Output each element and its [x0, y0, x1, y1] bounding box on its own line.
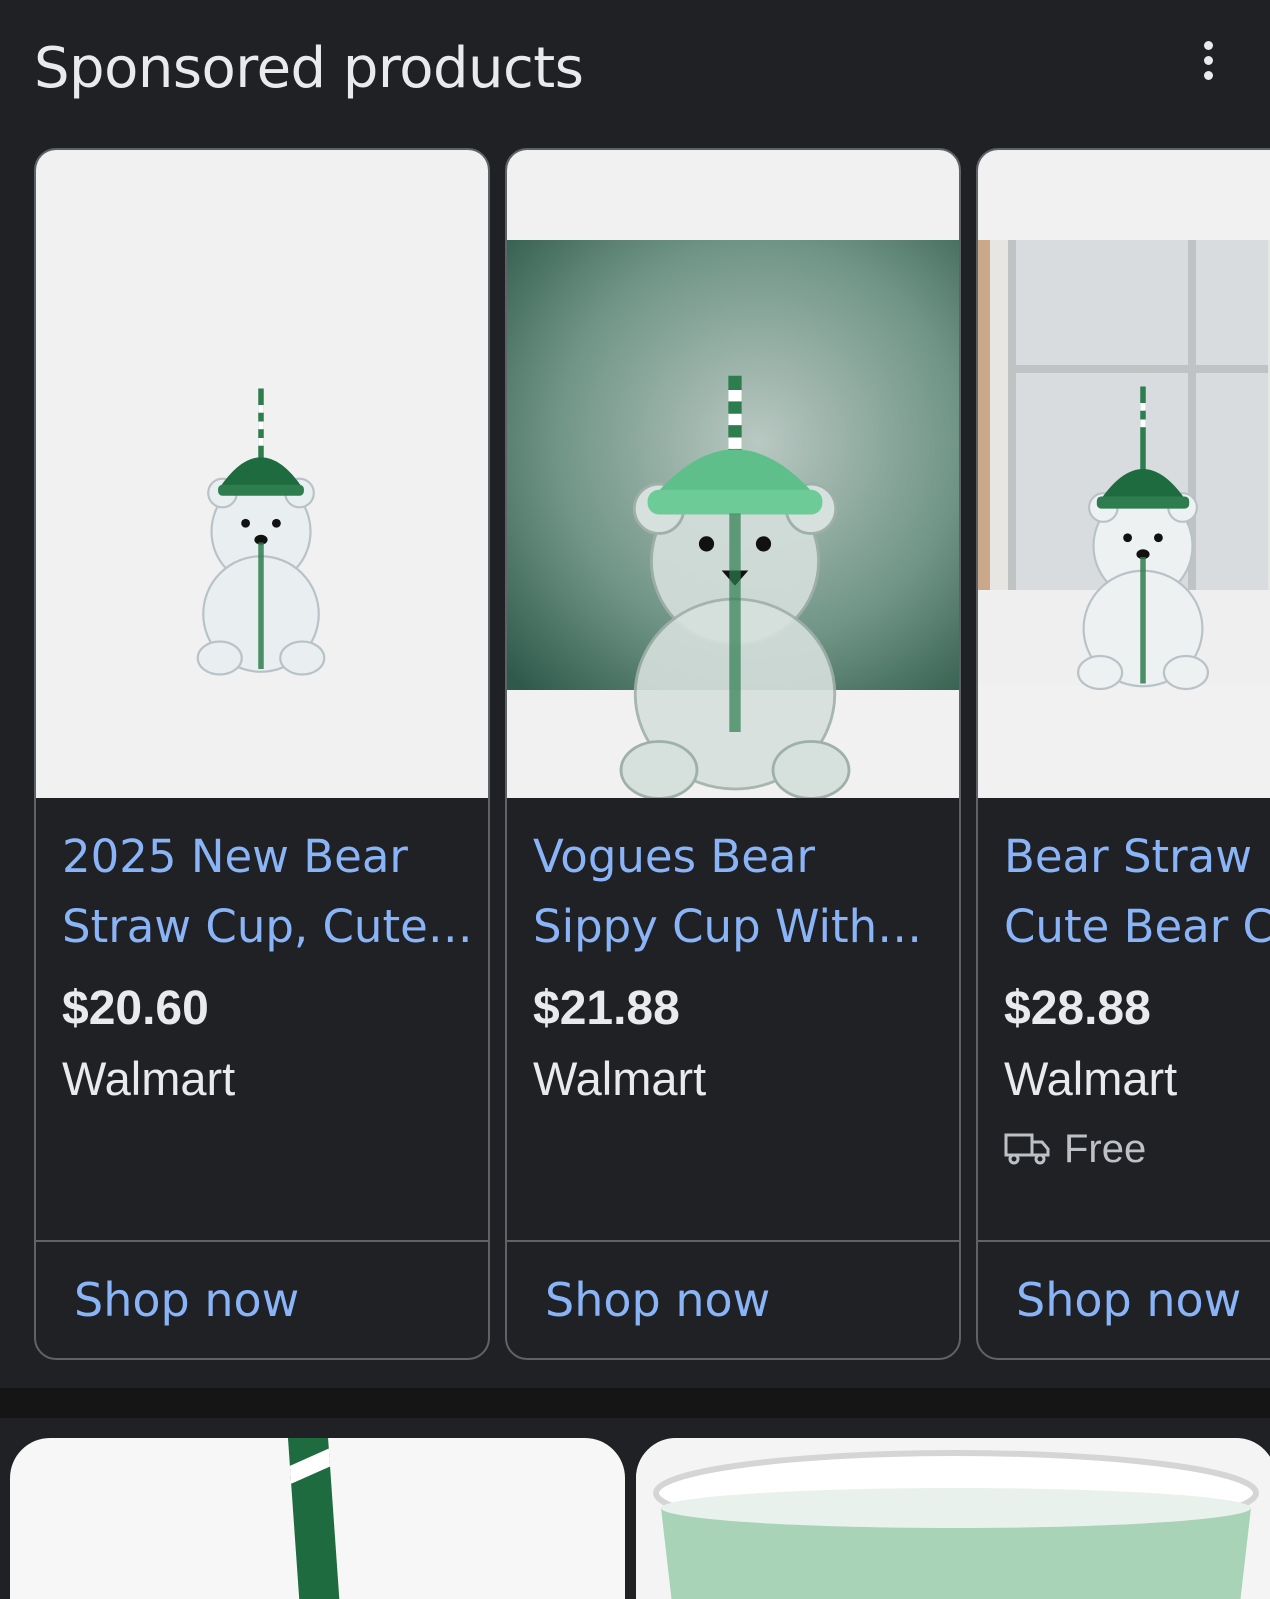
product-info: 2025 New Bear Straw Cup, Cute… $20.60 Wa… — [62, 822, 474, 1114]
shipping-info: Free — [1004, 1114, 1270, 1184]
product-price: $20.60 — [62, 982, 209, 1035]
shop-now-button[interactable]: Shop now — [1016, 1260, 1241, 1340]
product-price: $28.88 — [1004, 982, 1151, 1035]
product-store: Walmart — [62, 1052, 236, 1105]
product-price: $21.88 — [533, 982, 680, 1035]
product-title[interactable]: Vogues Bear — [533, 822, 945, 892]
bear-cup-image — [507, 240, 959, 798]
product-title[interactable]: Bear Straw — [1004, 822, 1270, 892]
product-title-line2[interactable]: Cute Bear C — [1004, 892, 1270, 962]
next-product-image[interactable] — [636, 1438, 1270, 1599]
product-title-line2[interactable]: Straw Cup, Cute… — [62, 892, 474, 962]
product-card[interactable]: Vogues Bear Sippy Cup With… $21.88 Walma… — [505, 148, 961, 1360]
bear-cup-image — [196, 388, 326, 676]
card-divider — [978, 1240, 1270, 1242]
product-card[interactable]: 2025 New Bear Straw Cup, Cute… $20.60 Wa… — [34, 148, 490, 1360]
card-divider — [507, 1240, 959, 1242]
next-product-image[interactable] — [10, 1438, 625, 1599]
bear-cup-image — [978, 240, 1270, 691]
product-card[interactable]: Bear Straw Cute Bear C $28.88 Walmart Fr… — [976, 148, 1270, 1360]
product-store: Walmart — [533, 1052, 707, 1105]
delivery-truck-icon — [1004, 1133, 1050, 1165]
shop-now-button[interactable]: Shop now — [545, 1260, 770, 1340]
straw-image — [286, 1438, 344, 1599]
card-divider — [36, 1240, 488, 1242]
more-options-button[interactable] — [1190, 30, 1226, 90]
shop-now-button[interactable]: Shop now — [74, 1260, 299, 1340]
product-info: Vogues Bear Sippy Cup With… $21.88 Walma… — [533, 822, 945, 1114]
more-vert-icon — [1203, 40, 1213, 50]
product-image[interactable] — [507, 150, 959, 798]
section-header: Sponsored products — [0, 0, 1270, 140]
section-title: Sponsored products — [34, 36, 584, 101]
product-image[interactable] — [978, 150, 1270, 798]
sponsored-products-panel: Sponsored products 2025 New Bear Straw C… — [0, 0, 1270, 1599]
green-cup-image — [636, 1438, 1270, 1599]
product-title[interactable]: 2025 New Bear — [62, 822, 474, 892]
shipping-label: Free — [1064, 1127, 1147, 1171]
product-info: Bear Straw Cute Bear C $28.88 Walmart Fr… — [1004, 822, 1270, 1184]
section-separator — [0, 1388, 1270, 1418]
product-image[interactable] — [36, 150, 488, 798]
product-title-line2[interactable]: Sippy Cup With… — [533, 892, 945, 962]
product-store: Walmart — [1004, 1052, 1178, 1105]
